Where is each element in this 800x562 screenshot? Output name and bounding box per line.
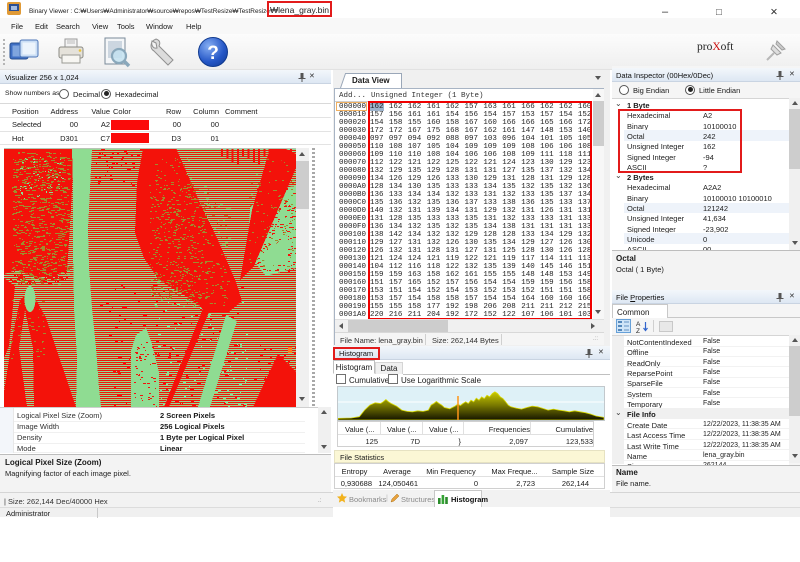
svg-text:?: ? xyxy=(207,43,219,64)
svg-text:Z: Z xyxy=(636,328,640,333)
svg-text:A: A xyxy=(636,321,641,328)
